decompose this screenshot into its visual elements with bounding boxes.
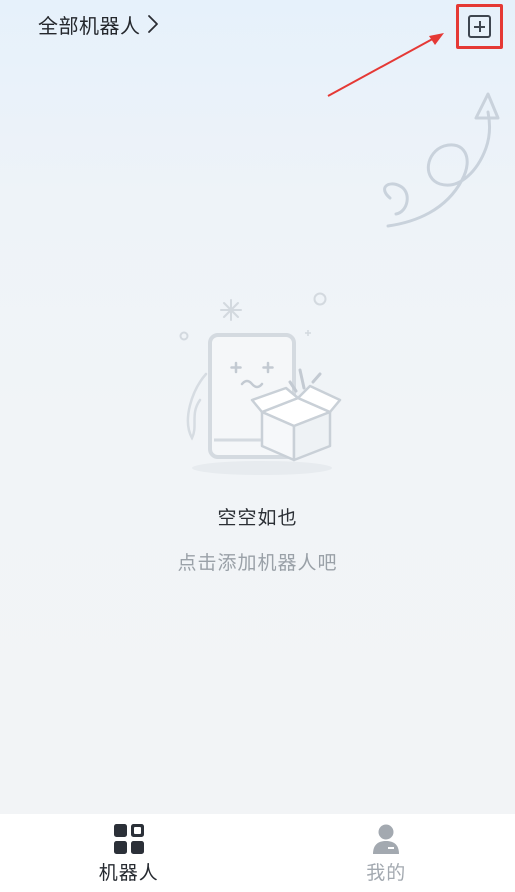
chevron-right-icon [147,14,159,34]
add-button-highlight [456,4,503,49]
robot-filter-label: 全部机器人 [38,13,141,38]
robot-filter-dropdown[interactable]: 全部机器人 [38,8,159,40]
tab-robots[interactable]: 机器人 [0,814,258,892]
tab-mine[interactable]: 我的 [258,814,515,892]
empty-state-title: 空空如也 [217,507,298,529]
grid-apps-icon [113,824,144,854]
person-icon [371,824,401,854]
bottom-tab-bar: 机器人 我的 [0,814,515,892]
empty-box-phone-icon [179,292,342,475]
tab-mine-label: 我的 [366,862,407,884]
empty-state-hint: 点击添加机器人吧 [177,552,338,574]
curly-arrow-doodle [383,92,500,228]
add-robot-button[interactable] [468,15,491,38]
tab-robots-label: 机器人 [98,862,159,884]
